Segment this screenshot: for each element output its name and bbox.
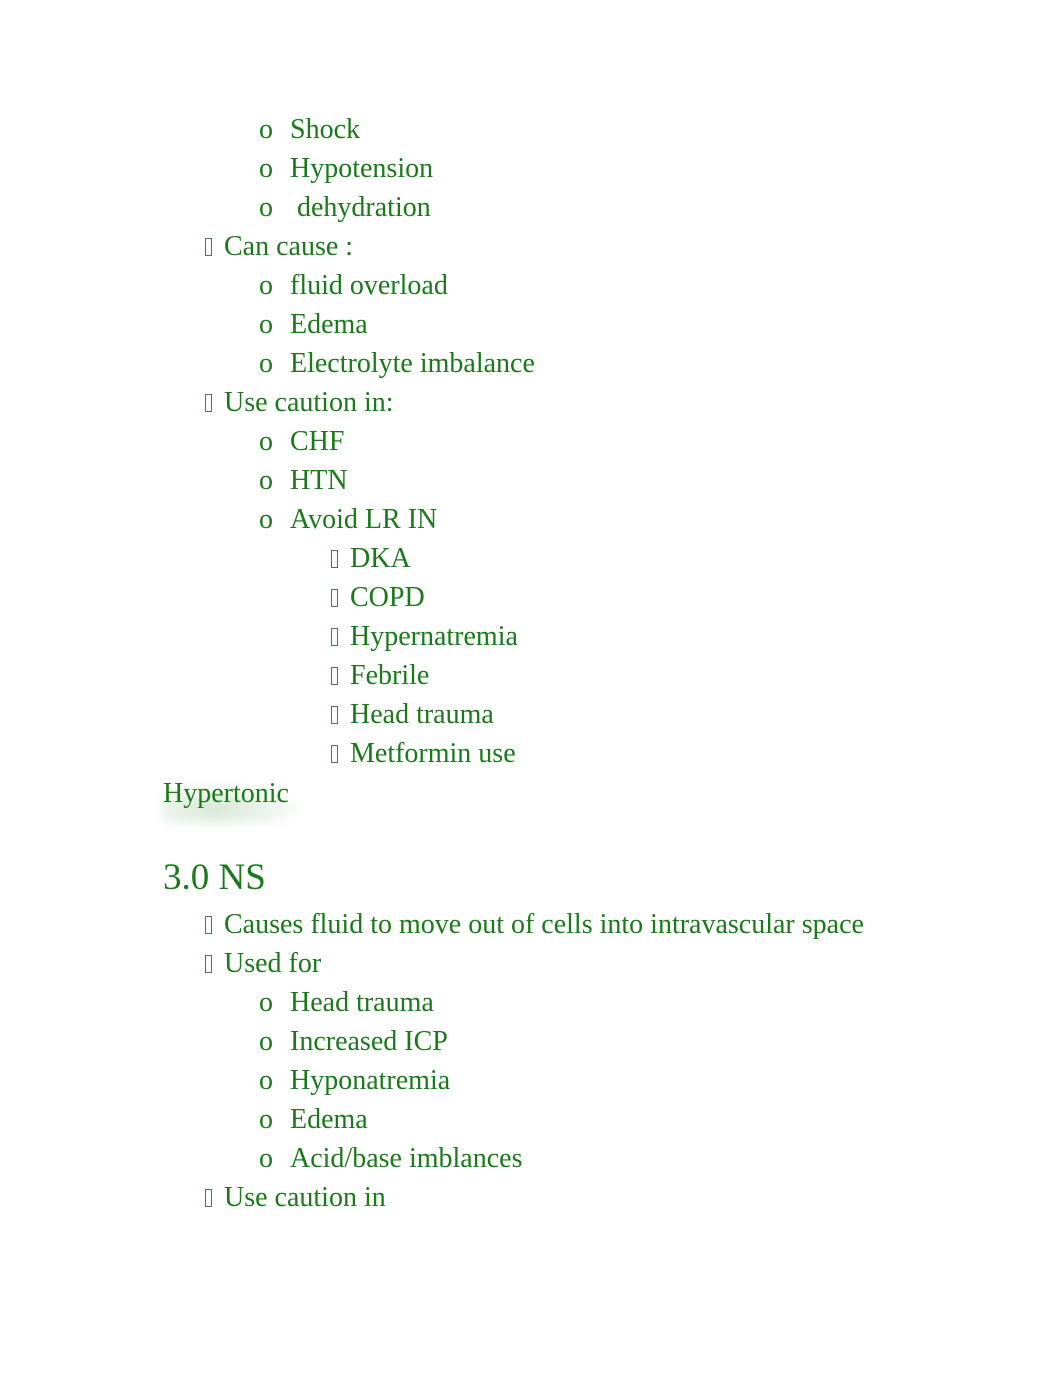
list-item: Use caution in: [192,383,962,422]
bullet-box-icon [192,1178,224,1217]
list-item: Head trauma [318,695,962,734]
list-item-label: fluid overload [290,270,448,301]
bullet-o-icon: o [259,465,273,496]
bullet-box-icon [318,578,350,617]
bullet-box-icon [192,227,224,266]
bullet-box-icon [192,383,224,422]
list-item: DKA [318,539,962,578]
list-item: o HTN [258,461,962,500]
list-item-label: Febrile [350,660,430,691]
list-item: Used for [192,944,962,983]
bullet-o-icon: o [259,270,273,301]
section-heading-label: Hypertonic [163,778,289,809]
list-item-label: Increased ICP [290,1026,448,1057]
list-item-label: Can cause : [224,231,354,262]
list-item-label: Hypernatremia [350,621,518,652]
list-item: o Edema [258,1100,962,1139]
bullet-o-icon: o [259,987,273,1018]
list-item-label: DKA [350,543,411,574]
list-item: COPD [318,578,962,617]
list-item: Causes fluid to move out of cells into i… [192,905,962,944]
list-item: Metformin use [318,734,962,773]
list-item: o Hyponatremia [258,1061,962,1100]
list-item-label: Hypotension [290,153,434,184]
bullet-o-icon: o [259,1065,273,1096]
bullet-box-icon [192,944,224,983]
list-item-label: Metformin use [350,738,516,769]
list-item-label: Electrolyte imbalance [290,348,535,379]
list-item: o Acid/base imblances [258,1139,962,1178]
list-item: Febrile [318,656,962,695]
list-item: o dehydration [258,188,962,227]
list-item-label: Avoid LR IN [290,504,438,535]
list-item-label: Head trauma [350,699,494,730]
list-item-label: dehydration [290,192,431,223]
bullet-o-icon: o [259,1026,273,1057]
list-item: o CHF [258,422,962,461]
bullet-o-icon: o [259,114,273,145]
bullet-box-icon [318,734,350,773]
bullet-box-icon [318,617,350,656]
list-item-label: Causes fluid to move out of cells into i… [224,909,864,940]
bullet-o-icon: o [259,1104,273,1135]
bullet-box-icon [318,656,350,695]
list-item: Can cause : [192,227,962,266]
list-item-label: Hyponatremia [290,1065,451,1096]
bullet-o-icon: o [259,426,273,457]
list-item-label: Head trauma [290,987,434,1018]
list-item: o Head trauma [258,983,962,1022]
list-item: o Electrolyte imbalance [258,344,962,383]
bullet-o-icon: o [259,153,273,184]
list-item-label: HTN [290,465,348,496]
bullet-box-icon [192,905,224,944]
list-item-label: Shock [290,114,360,145]
page-title: 3.0 NS [163,857,266,898]
list-item: o fluid overload [258,266,962,305]
section-heading-hypertonic: Hypertonic [161,774,305,825]
bullet-o-icon: o [259,504,273,535]
list-item: Use caution in [192,1178,962,1217]
list-item: o Edema [258,305,962,344]
bullet-box-icon [318,695,350,734]
list-item-label: Used for [224,948,322,979]
list-item: o Increased ICP [258,1022,962,1061]
ns-bullet-list: Causes fluid to move out of cells into i… [163,905,962,1217]
bullet-box-icon [318,539,350,578]
list-item-label: CHF [290,426,345,457]
bullet-o-icon: o [259,192,273,223]
list-item-label: Edema [290,309,368,340]
list-item-label: Use caution in [224,1182,386,1213]
list-item-label: Acid/base imblances [290,1143,523,1174]
list-item: o Avoid LR IN [258,500,962,539]
list-item: o Shock [258,110,962,149]
list-item: o Hypotension [258,149,962,188]
bullet-o-icon: o [259,309,273,340]
document-page: o Shock o Hypotension o dehydration Can … [0,0,1062,1376]
list-item-label: Edema [290,1104,368,1135]
list-item-label: COPD [350,582,425,613]
top-bullet-list: o Shock o Hypotension o dehydration Can … [163,110,962,773]
list-item: Hypernatremia [318,617,962,656]
bullet-o-icon: o [259,348,273,379]
bullet-o-icon: o [259,1143,273,1174]
list-item-label: Use caution in: [224,387,394,418]
